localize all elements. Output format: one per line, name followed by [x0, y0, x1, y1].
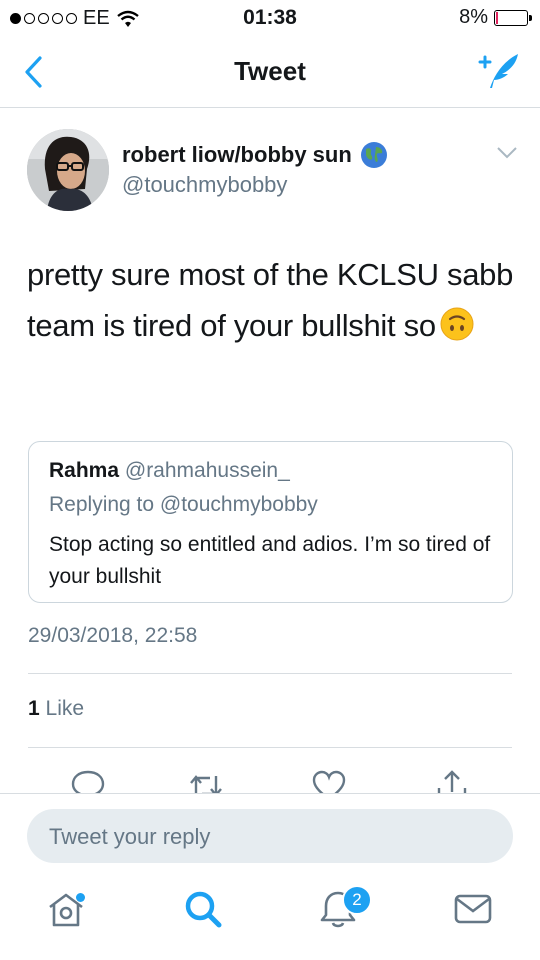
messages-icon[interactable] — [451, 887, 495, 931]
battery-level — [496, 11, 498, 24]
likes-label: Like — [45, 697, 85, 720]
home-unread-dot — [76, 893, 85, 902]
reply-placeholder: Tweet your reply — [49, 824, 211, 849]
likes-count: 1 — [28, 697, 40, 720]
upside-down-face-emoji-icon — [440, 307, 474, 341]
divider — [28, 673, 512, 674]
globe-emoji-icon — [360, 142, 387, 168]
reply-and-tab-bar: Tweet your reply — [0, 793, 540, 960]
avatar[interactable] — [27, 129, 109, 211]
notifications-badge: 2 — [342, 885, 372, 915]
quote-text: Stop acting so entitled and adios. I’m s… — [49, 533, 491, 588]
retweet-icon[interactable] — [188, 768, 224, 794]
tweet-actions — [0, 760, 540, 794]
quoted-tweet[interactable]: Rahma @rahmahussein_ Replying to @touchm… — [28, 441, 513, 603]
divider — [28, 747, 512, 748]
status-right: 8% — [459, 6, 532, 29]
compose-tweet-icon[interactable] — [476, 50, 522, 90]
tweet-timestamp: 29/03/2018, 22:58 — [28, 624, 198, 647]
status-bar: EE 01:38 8% — [0, 0, 540, 36]
battery-icon — [494, 9, 532, 26]
nav-bar: Tweet — [0, 36, 540, 108]
quote-header: Rahma @rahmahussein_ — [49, 459, 290, 483]
like-icon[interactable] — [311, 768, 347, 794]
battery-percent: 8% — [459, 6, 488, 28]
author-handle[interactable]: @touchmybobby — [122, 172, 287, 198]
reply-input[interactable]: Tweet your reply — [27, 809, 513, 863]
quote-replying-to: Replying to @touchmybobby — [49, 493, 318, 516]
quote-author-name: Rahma — [49, 459, 120, 482]
share-icon[interactable] — [434, 768, 470, 794]
author-name[interactable]: robert liow/bobby sun — [122, 142, 352, 168]
search-icon[interactable] — [181, 887, 225, 931]
tweet-text: pretty sure most of the KCLSU sabb team … — [27, 249, 517, 351]
quote-author-handle: @rahmahussein_ — [124, 459, 290, 482]
author-name-row[interactable]: robert liow/bobby sun — [122, 141, 388, 169]
likes-summary[interactable]: 1 Like — [28, 697, 84, 721]
chevron-down-icon[interactable] — [496, 146, 518, 160]
page-title: Tweet — [234, 56, 306, 86]
avatar-photo — [27, 129, 109, 211]
reply-icon[interactable] — [70, 768, 106, 794]
